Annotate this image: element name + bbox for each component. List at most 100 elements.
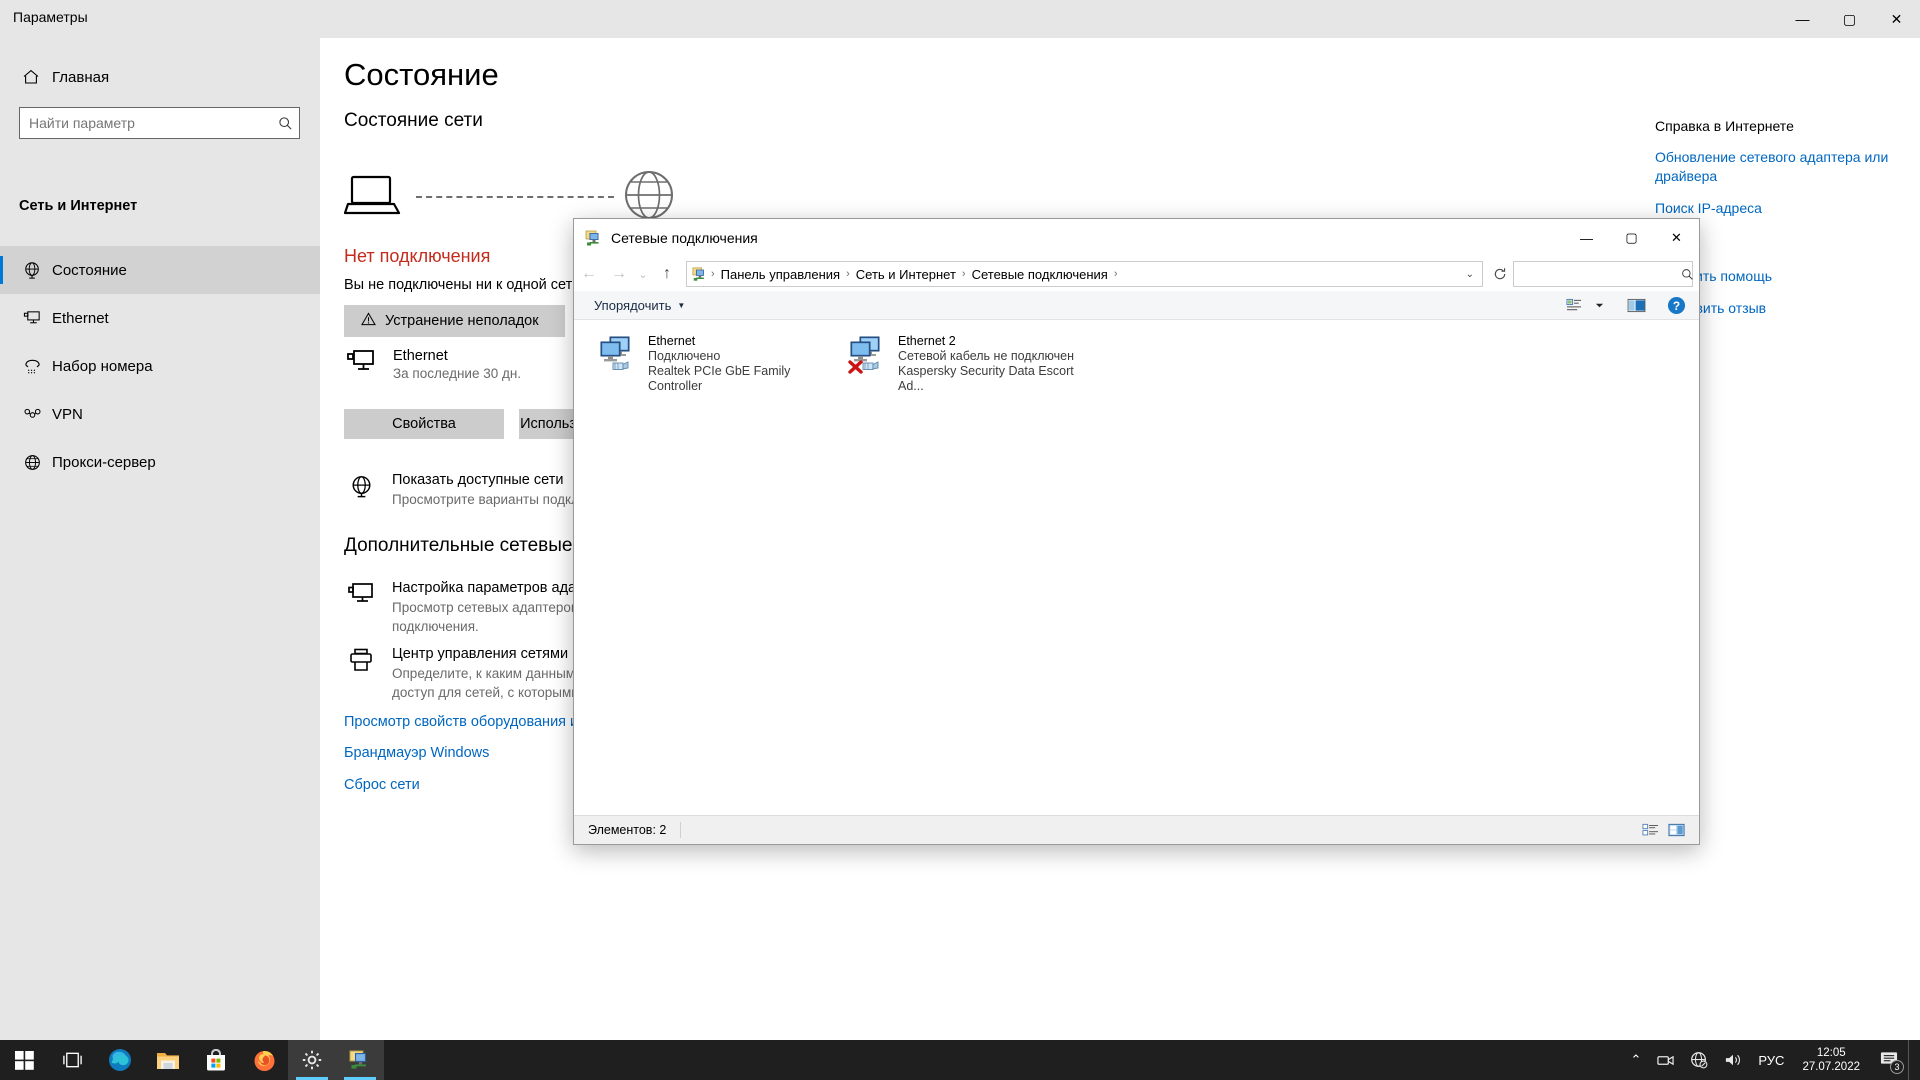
network-disconnected-icon[interactable] (1682, 1040, 1716, 1080)
up-icon[interactable]: ↑ (652, 261, 682, 287)
home-icon (22, 68, 52, 86)
breadcrumb-item-network-connections[interactable]: Сетевые подключения (968, 267, 1112, 282)
explorer-maximize-button[interactable]: ▢ (1609, 219, 1654, 257)
network-connections-window: Сетевые подключения — ▢ ✕ ← → ⌄ ↑ › Пане… (573, 218, 1700, 845)
explorer-minimize-button[interactable]: — (1564, 219, 1609, 257)
volume-icon[interactable] (1716, 1040, 1750, 1080)
start-button[interactable] (0, 1040, 48, 1080)
notifications-button[interactable]: 3 (1870, 1040, 1908, 1080)
status-headline: Нет подключения (344, 246, 491, 266)
list-item[interactable]: Ethernet 2 Сетевой кабель не подключен K… (844, 330, 1089, 393)
tiles-view-icon[interactable] (1665, 820, 1687, 840)
sidebar-item-label: Ethernet (52, 309, 109, 327)
breadcrumb-item-network-internet[interactable]: Сеть и Интернет (852, 267, 960, 282)
page-title: Состояние (344, 57, 499, 92)
connection-status: Подключено (648, 349, 721, 363)
chevron-down-icon[interactable] (1591, 294, 1607, 316)
settings-titlebar: Параметры — ▢ ✕ (0, 0, 1920, 38)
dialup-icon (12, 357, 52, 376)
svg-text:?: ? (1672, 298, 1679, 312)
troubleshoot-button[interactable]: Устранение неполадок (344, 305, 565, 337)
explorer-status-bar: Элементов: 2 (574, 816, 1699, 844)
search-icon (1681, 268, 1694, 281)
show-desktop-button[interactable] (1908, 1040, 1914, 1080)
settings-sidebar: Главная Сеть и Интернет Состояние Ethern… (0, 38, 320, 1040)
chevron-down-icon[interactable]: ⌄ (1466, 269, 1482, 280)
recent-locations-icon[interactable]: ⌄ (634, 261, 652, 287)
item-count-label: Элементов: 2 (588, 823, 667, 837)
sidebar-item-vpn[interactable]: VPN (0, 390, 320, 438)
details-view-icon[interactable] (1639, 820, 1661, 840)
sidebar-item-label: Прокси-сервер (52, 453, 156, 471)
sidebar-item-ethernet[interactable]: Ethernet (0, 294, 320, 342)
sidebar-item-home[interactable]: Главная (10, 59, 300, 95)
help-panel-title: Справка в Интернете (1655, 118, 1794, 134)
show-hidden-icons-button[interactable]: ⌃ (1622, 1040, 1649, 1080)
connection-device: Kaspersky Security Data Escort Ad... (898, 364, 1074, 393)
refresh-icon[interactable] (1487, 261, 1513, 287)
link-windows-firewall[interactable]: Брандмауэр Windows (344, 745, 489, 761)
sharing-center-icon (344, 645, 378, 702)
sidebar-item-proxy[interactable]: Прокси-сервер (0, 438, 320, 486)
clock[interactable]: 12:05 27.07.2022 (1792, 1040, 1870, 1080)
explorer-search-box[interactable] (1513, 261, 1693, 287)
help-link-find-ip[interactable]: Поиск IP-адреса (1655, 199, 1900, 218)
settings-search-box[interactable] (19, 107, 300, 139)
chevron-down-icon: ▼ (677, 300, 686, 310)
globe-status-icon (12, 261, 52, 280)
settings-window-title: Параметры (13, 9, 88, 25)
clock-time: 12:05 (1816, 1047, 1846, 1059)
camera-privacy-icon[interactable] (1649, 1040, 1682, 1080)
properties-button[interactable]: Свойства (344, 409, 504, 439)
link-network-reset[interactable]: Сброс сети (344, 777, 420, 793)
breadcrumb-item-control-panel[interactable]: Панель управления (717, 267, 844, 282)
connection-line (416, 196, 614, 198)
network-connections-button[interactable] (336, 1040, 384, 1080)
view-options-icon[interactable] (1561, 294, 1587, 316)
search-input[interactable] (20, 108, 271, 138)
active-adapter-row: Ethernet За последние 30 дн. (344, 347, 521, 383)
explorer-titlebar: Сетевые подключения — ▢ ✕ (574, 219, 1699, 257)
search-icon (271, 116, 299, 131)
edge-button[interactable] (96, 1040, 144, 1080)
list-item[interactable]: Ethernet Подключено Realtek PCIe GbE Fam… (594, 330, 839, 393)
organize-menu-button[interactable]: Упорядочить ▼ (588, 295, 691, 316)
back-icon[interactable]: ← (574, 261, 604, 287)
adapter-options-icon (344, 579, 378, 636)
task-view-button[interactable] (48, 1040, 96, 1080)
network-adapter-icon (598, 334, 642, 378)
breadcrumb-separator: › (961, 268, 966, 280)
adapter-usage-period: За последние 30 дн. (393, 366, 522, 381)
ethernet-icon (12, 309, 52, 328)
settings-maximize-button[interactable]: ▢ (1826, 0, 1873, 38)
sidebar-item-label: Набор номера (52, 357, 153, 375)
language-indicator[interactable]: РУС (1750, 1040, 1792, 1080)
microsoft-store-button[interactable] (192, 1040, 240, 1080)
explorer-close-button[interactable]: ✕ (1654, 219, 1699, 257)
explorer-window-controls: — ▢ ✕ (1564, 219, 1699, 257)
sidebar-item-status[interactable]: Состояние (0, 246, 320, 294)
network-status-heading: Состояние сети (344, 110, 483, 131)
file-explorer-button[interactable] (144, 1040, 192, 1080)
help-icon[interactable]: ? (1663, 294, 1689, 316)
sidebar-nav-list: Состояние Ethernet Набор номера VPN Прок… (0, 246, 320, 486)
settings-button[interactable] (288, 1040, 336, 1080)
sidebar-item-dialup[interactable]: Набор номера (0, 342, 320, 390)
ethernet-adapter-icon (344, 347, 378, 383)
laptop-icon (343, 174, 402, 223)
firefox-button[interactable] (240, 1040, 288, 1080)
sidebar-home-label: Главная (52, 68, 110, 86)
view-switch-group (1639, 820, 1687, 840)
settings-close-button[interactable]: ✕ (1873, 0, 1920, 38)
network-adapter-disconnected-icon (848, 334, 892, 378)
breadcrumb[interactable]: › Панель управления › Сеть и Интернет › … (686, 261, 1483, 287)
help-link-update-driver[interactable]: Обновление сетевого адаптера или драйвер… (1655, 148, 1900, 186)
explorer-toolbar: Упорядочить ▼ ? (574, 291, 1699, 320)
settings-minimize-button[interactable]: — (1779, 0, 1826, 38)
preview-pane-icon[interactable] (1623, 294, 1649, 316)
network-connections-icon (585, 230, 602, 247)
forward-icon[interactable]: → (604, 261, 634, 287)
explorer-search-input[interactable] (1514, 262, 1681, 286)
taskbar: ⌃ РУС 12:05 27.07.2022 3 (0, 1040, 1920, 1080)
connection-status: Сетевой кабель не подключен (898, 349, 1074, 363)
